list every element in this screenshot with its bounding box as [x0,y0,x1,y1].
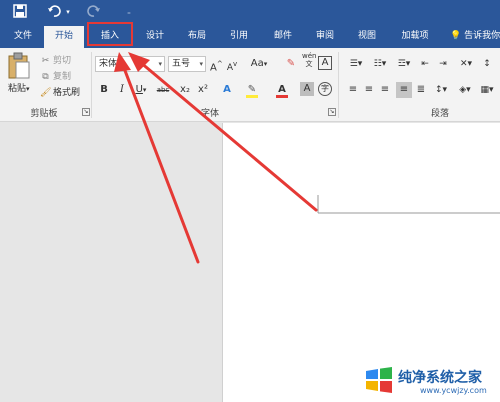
save-icon[interactable] [12,4,28,23]
tab-references[interactable]: 引用 [220,24,258,48]
copy-label: 复制 [53,72,72,82]
clipboard-launcher-icon[interactable]: ↘ [82,108,90,116]
tab-addins[interactable]: 加载项 [392,24,438,48]
borders-icon[interactable]: ▦▾ [478,82,496,98]
paste-dropdown-icon[interactable]: ▾ [26,85,30,93]
ribbon-tabs: 文件 开始 插入 设计 布局 引用 邮件 审阅 视图 加载项 💡 告诉我你 [0,24,500,48]
group-divider [91,52,92,118]
title-bar: ▾ ₌ [0,0,500,24]
distributed-icon[interactable]: ≣ [414,82,428,98]
font-launcher-icon[interactable]: ↘ [328,108,336,116]
align-right-icon[interactable]: ≡ [378,82,392,98]
font-name-value: 宋体 [99,59,118,69]
char-border-icon[interactable]: A [318,56,332,70]
italic-button[interactable]: I [116,82,128,98]
font-size-value: 五号 [172,59,191,69]
lightbulb-icon: 💡 [450,31,462,41]
change-case-button[interactable]: Aa▾ [248,56,270,72]
tab-design[interactable]: 设计 [136,24,174,48]
cut-button[interactable]: ✂ 剪切 [40,54,71,68]
shading-icon[interactable]: ◈▾ [456,82,474,98]
font-size-select[interactable]: 五号 ▾ [168,56,206,72]
shrink-font-button[interactable]: Av [226,56,238,73]
change-case-label: Aa [250,58,264,69]
watermark-title: 纯净系统之家 [398,370,482,386]
chevron-down-icon: ▾ [263,60,268,68]
tab-file[interactable]: 文件 [4,24,42,48]
scissors-icon: ✂ [41,56,50,66]
underline-label: U [135,84,143,95]
chevron-down-icon: ▾ [158,60,162,68]
clipboard-group-label: 剪贴板 [30,109,58,119]
redo-icon[interactable] [86,4,102,23]
increase-indent-icon[interactable]: ⇥ [436,56,450,72]
paste-icon[interactable] [8,52,30,80]
font-color-icon[interactable]: A [274,82,290,98]
copy-button[interactable]: ⧉ 复制 [40,70,71,84]
margin-corner-mark [317,195,500,214]
document-page[interactable] [222,123,500,402]
paste-button[interactable]: 粘贴▾ [8,81,34,94]
chevron-down-icon: ▾ [142,86,147,94]
workspace-background [0,123,222,402]
tab-view[interactable]: 视图 [348,24,386,48]
align-left-icon[interactable]: ≡ [346,82,360,98]
subscript-button[interactable]: x₂ [178,82,192,98]
multilevel-list-icon[interactable]: ☲▾ [394,56,414,72]
line-spacing-icon[interactable]: ↕▾ [432,82,450,98]
insert-tab-highlight [87,22,133,46]
format-painter-label: 格式刷 [53,88,81,98]
paragraph-group-label: 段落 [430,109,449,119]
font-group-label: 字体 [200,109,219,119]
group-divider [338,52,339,118]
underline-button[interactable]: U▾ [132,82,150,98]
tab-layout[interactable]: 布局 [178,24,216,48]
watermark-url: www.ycwjzy.com [420,386,487,395]
justify-icon[interactable]: ≡ [396,82,412,98]
grow-font-button[interactable]: A^ [210,56,223,74]
font-name-select[interactable]: 宋体 ▾ [95,56,165,72]
strikethrough-button[interactable]: abc [154,82,172,98]
clear-formatting-icon[interactable]: ✎ [284,56,298,72]
customize-qat-icon[interactable]: ₌ [124,4,134,20]
bullets-icon[interactable]: ☰▾ [346,56,366,72]
tab-review[interactable]: 审阅 [306,24,344,48]
decrease-indent-icon[interactable]: ⇤ [418,56,432,72]
align-center-icon[interactable]: ≡ [362,82,376,98]
copy-icon: ⧉ [42,72,49,82]
chinese-layout-icon[interactable]: ✕▾ [456,56,476,72]
tab-home[interactable]: 开始 [44,26,84,48]
numbering-icon[interactable]: ☷▾ [370,56,390,72]
grow-font-label: A [210,62,217,74]
highlight-color-icon[interactable]: ✎ [244,82,260,98]
undo-dropdown-icon[interactable]: ▾ [64,4,72,20]
ribbon-home: 粘贴▾ ✂ 剪切 ⧉ 复制 🖌 格式刷 剪贴板 ↘ 宋体 ▾ 五号 ▾ A^ Av A… [0,48,500,122]
sort-icon[interactable]: ↕ [478,56,496,72]
undo-icon[interactable] [46,4,62,23]
superscript-button[interactable]: x² [196,82,210,98]
chevron-down-icon: ▾ [199,60,203,68]
format-painter-button[interactable]: 🖌 格式刷 [40,86,80,100]
tab-mailings[interactable]: 邮件 [264,24,302,48]
phonetic-guide-icon[interactable]: wén 文 [302,52,316,68]
windows-logo-watermark [366,367,392,393]
paste-label: 粘贴 [8,84,27,94]
bold-button[interactable]: B [98,82,110,98]
brush-icon: 🖌 [40,88,52,98]
enclose-chars-icon[interactable]: 字 [318,82,332,96]
text-effects-icon[interactable]: A [220,82,234,98]
tell-me-label: 告诉我你 [464,31,500,41]
cut-label: 剪切 [53,56,72,66]
char-shading-icon[interactable]: A [300,82,314,96]
tell-me-box[interactable]: 💡 告诉我你 [450,24,500,48]
